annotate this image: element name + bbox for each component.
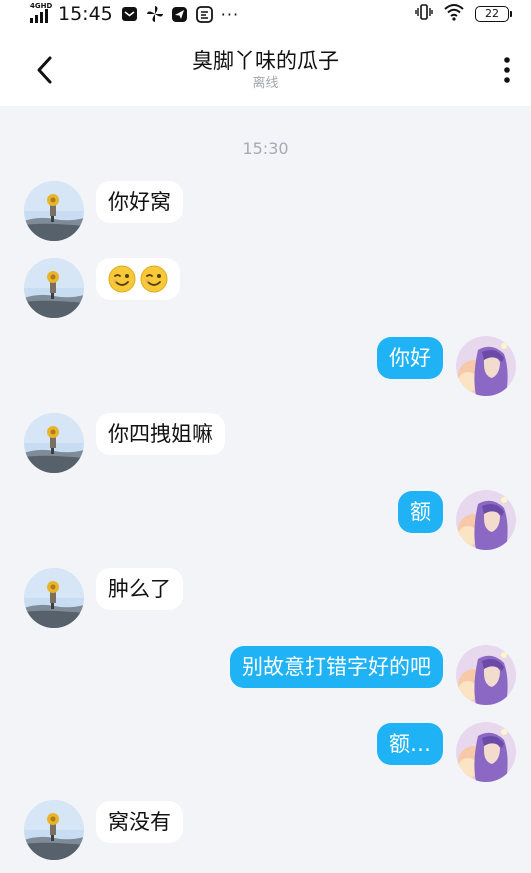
message-bubble-outgoing[interactable]: 你好 <box>377 337 443 379</box>
clock: 15:45 <box>58 3 113 25</box>
message-bubble-incoming[interactable]: 你四拽姐嘛 <box>96 413 225 455</box>
app-icon <box>196 5 214 23</box>
chat-timestamp: 15:30 <box>242 139 289 158</box>
contact-avatar[interactable] <box>24 258 84 318</box>
wink-emoji-icon <box>108 265 136 293</box>
send-icon <box>171 5 189 23</box>
overflow-icon: ··· <box>220 4 240 24</box>
message-bubble-incoming[interactable] <box>96 258 180 300</box>
contact-avatar[interactable] <box>24 181 84 241</box>
battery-icon: 22 <box>475 6 512 22</box>
message-bubble-outgoing[interactable]: 额 <box>398 491 443 533</box>
cellular-signal-icon: 4GHD <box>30 2 54 25</box>
chat-header: 臭脚丫味的瓜子 离线 <box>0 28 531 106</box>
message-bubble-incoming[interactable]: 窝没有 <box>96 801 183 843</box>
message-bubble-incoming[interactable]: 肿么了 <box>96 568 183 610</box>
message-bubble-outgoing[interactable]: 别故意打错字好的吧 <box>230 646 443 688</box>
my-avatar[interactable] <box>456 645 516 705</box>
wink-emoji-icon <box>140 265 168 293</box>
my-avatar[interactable] <box>456 490 516 550</box>
contact-avatar[interactable] <box>24 800 84 860</box>
wifi-icon <box>443 3 465 25</box>
my-avatar[interactable] <box>456 722 516 782</box>
vibrate-icon <box>415 3 433 25</box>
status-bar: 4GHD 15:45 ··· 22 <box>0 0 531 28</box>
contact-status: 离线 <box>252 76 279 91</box>
more-button[interactable] <box>497 54 517 86</box>
message-bubble-incoming[interactable]: 你好窝 <box>96 181 183 223</box>
contact-avatar[interactable] <box>24 568 84 628</box>
pinwheel-icon <box>146 5 164 23</box>
message-icon <box>121 5 139 23</box>
message-bubble-outgoing[interactable]: 额… <box>377 723 443 765</box>
my-avatar[interactable] <box>456 336 516 396</box>
contact-avatar[interactable] <box>24 413 84 473</box>
more-vertical-icon <box>504 57 510 83</box>
contact-name: 臭脚丫味的瓜子 <box>192 49 339 73</box>
